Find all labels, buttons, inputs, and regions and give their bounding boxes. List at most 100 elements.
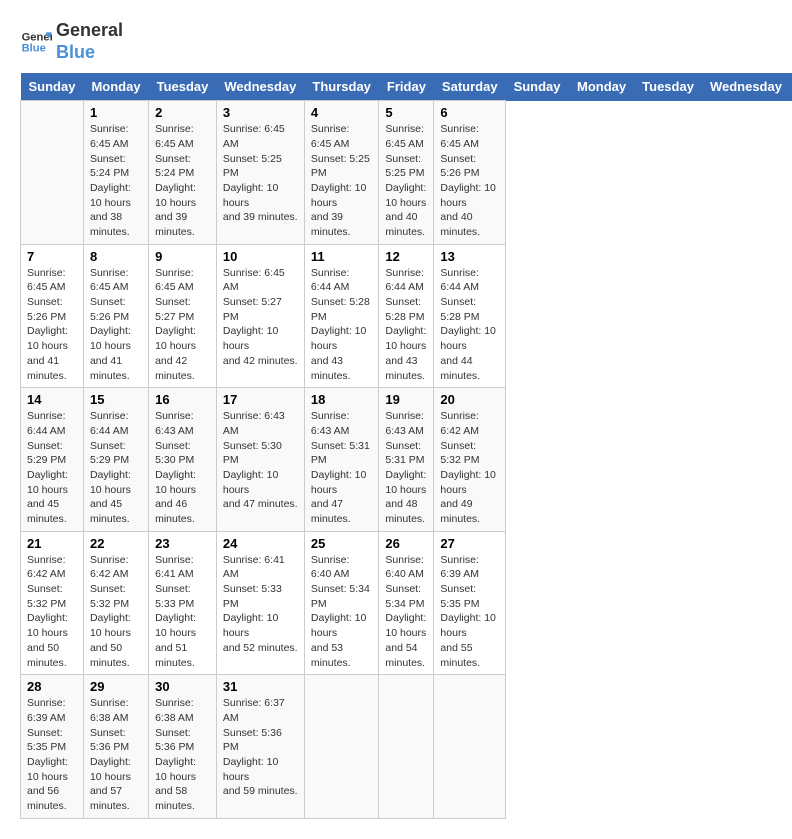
day-number: 14 — [27, 392, 77, 407]
day-header-monday: Monday — [83, 73, 148, 101]
calendar-cell: 14 Sunrise: 6:44 AMSunset: 5:29 PMDayligh… — [21, 388, 84, 532]
day-info: Sunrise: 6:43 AMSunset: 5:30 PMDaylight:… — [155, 409, 210, 527]
day-info: Sunrise: 6:43 AMSunset: 5:31 PMDaylight:… — [311, 409, 373, 527]
day-number: 9 — [155, 249, 210, 264]
calendar-cell: 20 Sunrise: 6:42 AMSunset: 5:32 PMDayligh… — [434, 388, 506, 532]
calendar-cell: 27 Sunrise: 6:39 AMSunset: 5:35 PMDayligh… — [434, 531, 506, 675]
day-number: 10 — [223, 249, 298, 264]
day-header-friday: Friday — [379, 73, 434, 101]
calendar-cell: 8 Sunrise: 6:45 AMSunset: 5:26 PMDaylight… — [83, 244, 148, 388]
day-header-sunday: Sunday — [506, 73, 569, 101]
day-number: 16 — [155, 392, 210, 407]
calendar-cell: 26 Sunrise: 6:40 AMSunset: 5:34 PMDayligh… — [379, 531, 434, 675]
calendar-cell: 2Sunrise: 6:45 AMSunset: 5:24 PMDaylight… — [149, 101, 217, 245]
day-number: 30 — [155, 679, 210, 694]
day-number: 22 — [90, 536, 142, 551]
calendar-cell: 17Sunrise: 6:43 AMSunset: 5:30 PMDayligh… — [216, 388, 304, 532]
svg-text:Blue: Blue — [22, 42, 46, 54]
calendar-cell: 29Sunrise: 6:38 AMSunset: 5:36 PMDayligh… — [83, 675, 148, 819]
calendar-cell: 16 Sunrise: 6:43 AMSunset: 5:30 PMDayligh… — [149, 388, 217, 532]
day-number: 18 — [311, 392, 373, 407]
calendar-cell: 10Sunrise: 6:45 AMSunset: 5:27 PMDayligh… — [216, 244, 304, 388]
calendar-cell: 12Sunrise: 6:44 AMSunset: 5:28 PMDayligh… — [379, 244, 434, 388]
day-number: 4 — [311, 105, 373, 120]
logo-text-general: General — [56, 20, 123, 42]
day-number: 1 — [90, 105, 142, 120]
day-header-tuesday: Tuesday — [149, 73, 217, 101]
day-number: 25 — [311, 536, 373, 551]
calendar-cell: 23Sunrise: 6:41 AMSunset: 5:33 PMDayligh… — [149, 531, 217, 675]
day-number: 31 — [223, 679, 298, 694]
day-info: Sunrise: 6:45 AMSunset: 5:25 PMDaylight:… — [385, 122, 427, 240]
day-info: Sunrise: 6:44 AMSunset: 5:28 PMDaylight:… — [440, 266, 499, 384]
calendar-header-row: SundayMondayTuesdayWednesdayThursdayFrid… — [21, 73, 792, 101]
calendar-cell: 3Sunrise: 6:45 AMSunset: 5:25 PMDaylight… — [216, 101, 304, 245]
day-info: Sunrise: 6:37 AMSunset: 5:36 PMDaylight:… — [223, 696, 298, 799]
day-info: Sunrise: 6:44 AMSunset: 5:29 PMDaylight:… — [27, 409, 77, 527]
calendar-cell: 28 Sunrise: 6:39 AMSunset: 5:35 PMDayligh… — [21, 675, 84, 819]
day-header-thursday: Thursday — [304, 73, 379, 101]
calendar-week-row: 28 Sunrise: 6:39 AMSunset: 5:35 PMDayligh… — [21, 675, 792, 819]
day-header-saturday: Saturday — [434, 73, 506, 101]
day-info: Sunrise: 6:39 AMSunset: 5:35 PMDaylight:… — [27, 696, 77, 814]
logo: General Blue General Blue — [20, 20, 123, 63]
day-header-wednesday: Wednesday — [216, 73, 304, 101]
day-number: 5 — [385, 105, 427, 120]
day-info: Sunrise: 6:39 AMSunset: 5:35 PMDaylight:… — [440, 553, 499, 671]
day-number: 11 — [311, 249, 373, 264]
day-info: Sunrise: 6:40 AMSunset: 5:34 PMDaylight:… — [311, 553, 373, 671]
day-number: 23 — [155, 536, 210, 551]
calendar-cell: 31 Sunrise: 6:37 AMSunset: 5:36 PMDayligh… — [216, 675, 304, 819]
day-number: 28 — [27, 679, 77, 694]
page-header: General Blue General Blue — [20, 20, 772, 63]
calendar-cell: 9 Sunrise: 6:45 AMSunset: 5:27 PMDaylight… — [149, 244, 217, 388]
calendar-cell — [304, 675, 379, 819]
calendar-cell: 24 Sunrise: 6:41 AMSunset: 5:33 PMDayligh… — [216, 531, 304, 675]
day-number: 2 — [155, 105, 210, 120]
day-header-sunday: Sunday — [21, 73, 84, 101]
day-info: Sunrise: 6:45 AMSunset: 5:27 PMDaylight:… — [155, 266, 210, 384]
calendar-cell — [379, 675, 434, 819]
day-info: Sunrise: 6:45 AMSunset: 5:26 PMDaylight:… — [90, 266, 142, 384]
day-number: 27 — [440, 536, 499, 551]
calendar-cell: 19Sunrise: 6:43 AMSunset: 5:31 PMDayligh… — [379, 388, 434, 532]
day-info: Sunrise: 6:44 AMSunset: 5:29 PMDaylight:… — [90, 409, 142, 527]
day-number: 7 — [27, 249, 77, 264]
day-info: Sunrise: 6:43 AMSunset: 5:31 PMDaylight:… — [385, 409, 427, 527]
calendar-cell — [21, 101, 84, 245]
day-info: Sunrise: 6:40 AMSunset: 5:34 PMDaylight:… — [385, 553, 427, 671]
day-number: 26 — [385, 536, 427, 551]
calendar-week-row: 1Sunrise: 6:45 AMSunset: 5:24 PMDaylight… — [21, 101, 792, 245]
calendar-cell: 25 Sunrise: 6:40 AMSunset: 5:34 PMDayligh… — [304, 531, 379, 675]
calendar-cell: 4 Sunrise: 6:45 AMSunset: 5:25 PMDaylight… — [304, 101, 379, 245]
day-info: Sunrise: 6:42 AMSunset: 5:32 PMDaylight:… — [27, 553, 77, 671]
calendar-table: SundayMondayTuesdayWednesdayThursdayFrid… — [20, 73, 792, 819]
day-info: Sunrise: 6:45 AMSunset: 5:26 PMDaylight:… — [27, 266, 77, 384]
day-info: Sunrise: 6:42 AMSunset: 5:32 PMDaylight:… — [440, 409, 499, 527]
day-info: Sunrise: 6:41 AMSunset: 5:33 PMDaylight:… — [223, 553, 298, 656]
day-number: 3 — [223, 105, 298, 120]
calendar-cell: 13 Sunrise: 6:44 AMSunset: 5:28 PMDayligh… — [434, 244, 506, 388]
calendar-cell: 7 Sunrise: 6:45 AMSunset: 5:26 PMDaylight… — [21, 244, 84, 388]
calendar-cell: 6Sunrise: 6:45 AMSunset: 5:26 PMDaylight… — [434, 101, 506, 245]
logo-text-blue: Blue — [56, 42, 123, 64]
calendar-cell: 18 Sunrise: 6:43 AMSunset: 5:31 PMDayligh… — [304, 388, 379, 532]
day-info: Sunrise: 6:42 AMSunset: 5:32 PMDaylight:… — [90, 553, 142, 671]
calendar-cell: 30Sunrise: 6:38 AMSunset: 5:36 PMDayligh… — [149, 675, 217, 819]
day-info: Sunrise: 6:44 AMSunset: 5:28 PMDaylight:… — [311, 266, 373, 384]
day-info: Sunrise: 6:45 AMSunset: 5:25 PMDaylight:… — [311, 122, 373, 240]
day-number: 29 — [90, 679, 142, 694]
calendar-cell: 11 Sunrise: 6:44 AMSunset: 5:28 PMDayligh… — [304, 244, 379, 388]
day-info: Sunrise: 6:44 AMSunset: 5:28 PMDaylight:… — [385, 266, 427, 384]
day-header-wednesday: Wednesday — [702, 73, 790, 101]
day-header-monday: Monday — [569, 73, 634, 101]
day-number: 21 — [27, 536, 77, 551]
day-number: 8 — [90, 249, 142, 264]
day-number: 15 — [90, 392, 142, 407]
day-number: 13 — [440, 249, 499, 264]
day-number: 20 — [440, 392, 499, 407]
day-number: 6 — [440, 105, 499, 120]
day-number: 24 — [223, 536, 298, 551]
day-info: Sunrise: 6:43 AMSunset: 5:30 PMDaylight:… — [223, 409, 298, 512]
calendar-cell: 22 Sunrise: 6:42 AMSunset: 5:32 PMDayligh… — [83, 531, 148, 675]
